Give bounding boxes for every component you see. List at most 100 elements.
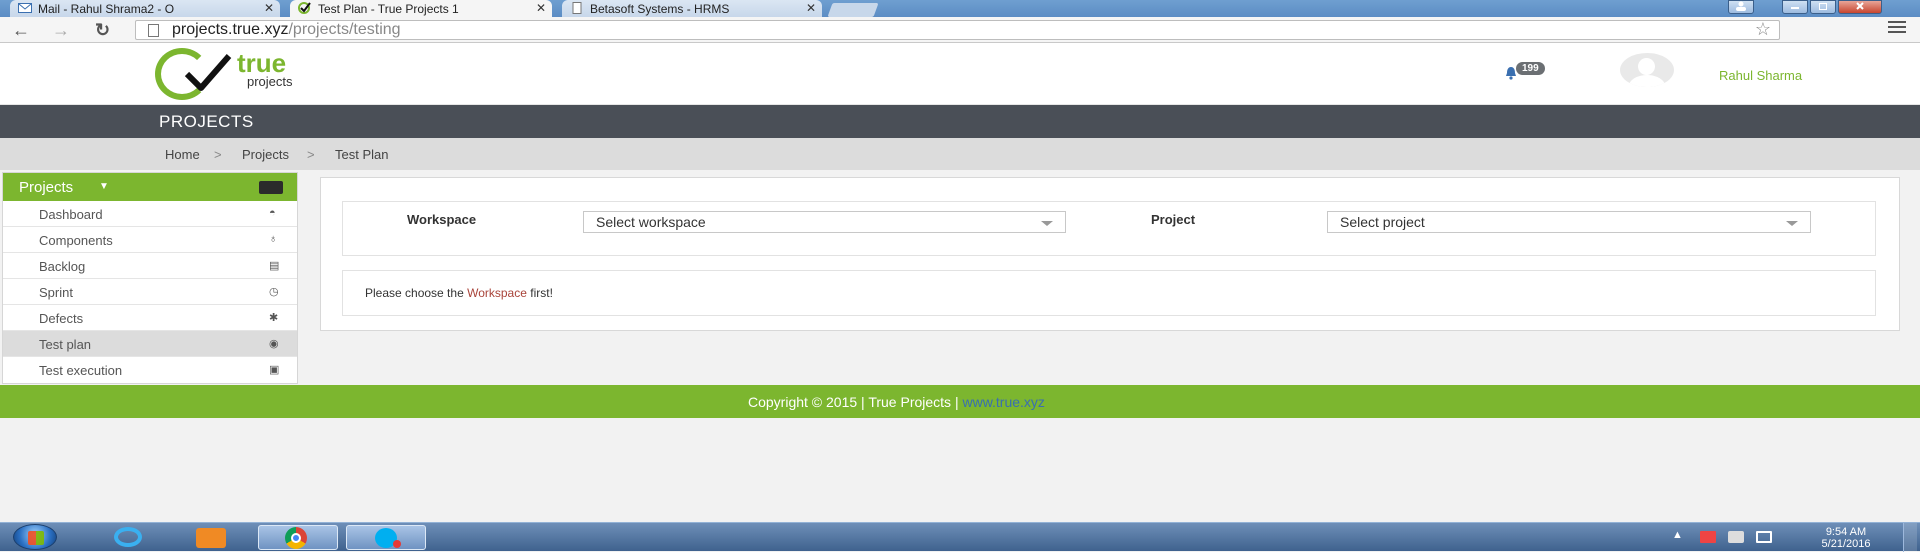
sidebar-item-label: Test plan <box>39 337 92 352</box>
true-projects-logo[interactable]: true projects <box>155 46 325 102</box>
taskbar-skype[interactable] <box>346 525 426 550</box>
dropdown-arrow-icon <box>1786 221 1798 226</box>
breadcrumb-home[interactable]: Home <box>165 147 200 162</box>
url-text: projects.true.xyz/projects/testing <box>172 21 401 39</box>
network-icon[interactable] <box>1756 531 1772 543</box>
sidebar-item-label: Dashboard <box>39 207 103 222</box>
windows-taskbar: ▲ 9:54 AM 5/21/2016 <box>0 522 1920 552</box>
folder-open-icon[interactable] <box>259 181 283 194</box>
page-icon <box>148 24 159 37</box>
browser-tab-title: Mail - Rahul Shrama2 - O <box>38 2 175 16</box>
sidebar-item-label: Components <box>39 233 113 248</box>
caret-down-icon: ▼ <box>99 181 109 192</box>
play-icon: ▣ <box>269 364 280 376</box>
mail-icon <box>18 3 32 13</box>
browser-titlebar: Mail - Rahul Shrama2 - O ✕ Test Plan - T… <box>0 0 1920 17</box>
sidebar-item-label: Test execution <box>39 363 123 378</box>
user-name[interactable]: Rahul Sharma <box>1719 68 1802 83</box>
taskbar-media-player[interactable] <box>172 525 252 550</box>
taskbar-chrome[interactable] <box>258 525 338 550</box>
breadcrumb-separator: > <box>307 147 315 162</box>
page-icon <box>572 2 582 14</box>
breadcrumb: Home > Projects > Test Plan <box>0 138 1920 170</box>
lightbulb-icon: ♁ <box>269 233 278 245</box>
tab-close-icon[interactable]: ✕ <box>264 1 274 15</box>
volume-muted-icon[interactable] <box>1728 531 1744 543</box>
footer-text: Copyright © 2015 | True Projects | www.t… <box>748 394 1045 410</box>
browser-tab-title: Betasoft Systems - HRMS <box>590 2 730 16</box>
back-button[interactable]: ← <box>12 20 30 40</box>
sidebar-item-components[interactable]: Components ♁ <box>3 227 297 253</box>
url-host: projects.true.xyz <box>172 21 289 38</box>
restore-icon <box>1819 3 1827 10</box>
profile-button[interactable] <box>1728 0 1754 14</box>
copyright-text: Copyright © 2015 | True Projects | <box>748 394 959 410</box>
tab-close-icon[interactable]: ✕ <box>536 1 546 15</box>
sidebar-item-label: Sprint <box>39 285 73 300</box>
message-after: first! <box>530 286 553 300</box>
info-message: Please choose the Workspace first! <box>365 286 553 300</box>
maximize-button[interactable] <box>1810 0 1836 14</box>
sidebar-item-dashboard[interactable]: Dashboard ◓ <box>3 201 297 227</box>
skype-status-icon <box>393 540 401 548</box>
dashboard-icon: ◓ <box>269 207 276 219</box>
workspace-select[interactable]: Select workspace <box>583 211 1066 233</box>
clock-icon: ◷ <box>269 286 279 298</box>
tab-close-icon[interactable]: ✕ <box>806 1 816 15</box>
show-desktop-button[interactable] <box>1903 523 1917 552</box>
logo-sub-text: projects <box>247 74 293 89</box>
url-path: /projects/testing <box>288 21 401 38</box>
bug-icon: ✱ <box>269 312 279 324</box>
project-select-value: Select project <box>1340 214 1425 230</box>
browser-tab-hrms[interactable]: Betasoft Systems - HRMS ✕ <box>562 0 822 17</box>
tray-expand-icon[interactable]: ▲ <box>1672 529 1683 541</box>
section-bar: PROJECTS <box>0 105 1920 138</box>
new-tab-button[interactable] <box>827 3 879 17</box>
close-icon <box>1856 2 1864 10</box>
chrome-center-icon <box>291 533 301 543</box>
footer-link[interactable]: www.true.xyz <box>962 394 1044 410</box>
reload-button[interactable]: ↻ <box>95 20 110 40</box>
notification-count-badge[interactable]: 199 <box>1516 62 1545 75</box>
start-button[interactable] <box>13 524 57 550</box>
project-label: Project <box>1151 212 1196 227</box>
logo-check-icon <box>184 54 232 91</box>
project-select[interactable]: Select project <box>1327 211 1811 233</box>
sidebar: Projects ▼ Dashboard ◓ Components ♁ Back… <box>2 172 298 384</box>
breadcrumb-projects[interactable]: Projects <box>242 147 289 162</box>
sidebar-item-test-execution[interactable]: Test execution ▣ <box>3 357 297 383</box>
check-icon <box>298 2 311 14</box>
taskbar-ie[interactable] <box>88 525 168 550</box>
taskbar-clock[interactable]: 9:54 AM 5/21/2016 <box>1806 526 1886 550</box>
browser-tab-title: Test Plan - True Projects 1 <box>318 2 459 16</box>
address-bar[interactable]: projects.true.xyz/projects/testing ☆ <box>135 19 1780 40</box>
message-panel <box>342 270 1876 316</box>
clock-date: 5/21/2016 <box>1821 538 1871 550</box>
sidebar-heading: Projects <box>19 179 74 196</box>
avatar[interactable] <box>1620 53 1674 87</box>
sidebar-item-defects[interactable]: Defects ✱ <box>3 305 297 331</box>
breadcrumb-current: Test Plan <box>335 147 389 162</box>
inbox-icon: ▤ <box>269 260 280 272</box>
media-player-icon <box>196 528 226 548</box>
sidebar-header[interactable]: Projects ▼ <box>3 173 297 201</box>
minimize-button[interactable] <box>1782 0 1808 14</box>
bookmark-star-icon[interactable]: ☆ <box>1755 19 1771 40</box>
page-title: PROJECTS <box>159 112 254 131</box>
sidebar-item-backlog[interactable]: Backlog ▤ <box>3 253 297 279</box>
message-highlight: Workspace <box>467 286 527 300</box>
forward-button[interactable]: → <box>52 20 70 40</box>
eye-icon: ◉ <box>269 338 279 350</box>
breadcrumb-separator: > <box>214 147 222 162</box>
sidebar-item-sprint[interactable]: Sprint ◷ <box>3 279 297 305</box>
sidebar-item-test-plan[interactable]: Test plan ◉ <box>3 331 297 357</box>
close-window-button[interactable] <box>1838 0 1882 14</box>
workspace-label: Workspace <box>407 212 477 227</box>
action-center-flag-icon[interactable] <box>1700 531 1716 543</box>
dropdown-arrow-icon <box>1041 221 1053 226</box>
browser-menu-icon[interactable] <box>1888 21 1906 36</box>
sidebar-item-label: Backlog <box>39 259 86 274</box>
browser-toolbar: ← → ↻ projects.true.xyz/projects/testing… <box>0 17 1920 43</box>
browser-tab-test-plan[interactable]: Test Plan - True Projects 1 ✕ <box>290 0 552 17</box>
browser-tab-mail[interactable]: Mail - Rahul Shrama2 - O ✕ <box>10 0 280 17</box>
